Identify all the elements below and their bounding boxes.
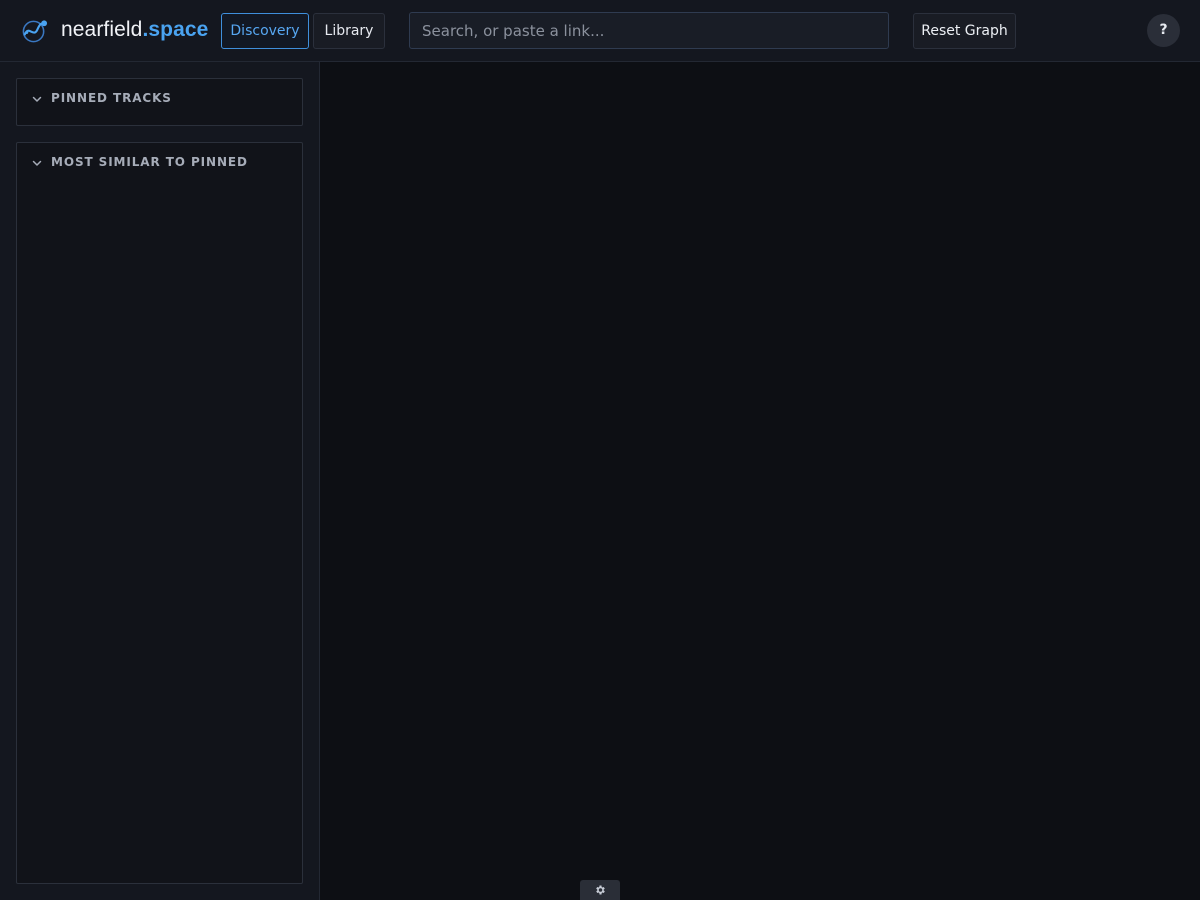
graph-canvas[interactable] xyxy=(320,62,1200,900)
search-input[interactable] xyxy=(410,13,888,48)
gear-icon xyxy=(596,885,605,895)
reset-graph-button[interactable]: Reset Graph xyxy=(913,13,1016,49)
pinned-tracks-header[interactable]: PINNED TRACKS xyxy=(17,79,302,119)
pinned-tracks-title: PINNED TRACKS xyxy=(51,91,172,105)
chevron-down-icon xyxy=(32,96,42,102)
chevron-down-icon xyxy=(32,160,42,166)
tab-library[interactable]: Library xyxy=(313,13,385,49)
logo-icon[interactable] xyxy=(21,17,48,44)
brand-name-tld: .space xyxy=(142,18,209,41)
search-box xyxy=(409,12,889,49)
most-similar-header[interactable]: MOST SIMILAR TO PINNED xyxy=(17,143,302,183)
top-bar: nearfield.space Discovery Library Reset … xyxy=(0,0,1200,62)
help-button[interactable]: ? xyxy=(1147,14,1180,47)
most-similar-panel: MOST SIMILAR TO PINNED xyxy=(16,142,303,884)
tab-discovery[interactable]: Discovery xyxy=(221,13,309,49)
most-similar-title: MOST SIMILAR TO PINNED xyxy=(51,155,248,169)
brand-name[interactable]: nearfield.space xyxy=(61,17,208,43)
settings-button[interactable] xyxy=(580,880,620,900)
brand-name-main: nearfield xyxy=(61,18,143,41)
pinned-tracks-panel: PINNED TRACKS xyxy=(16,78,303,126)
sidebar: PINNED TRACKS MOST SIMILAR TO PINNED xyxy=(0,62,320,900)
